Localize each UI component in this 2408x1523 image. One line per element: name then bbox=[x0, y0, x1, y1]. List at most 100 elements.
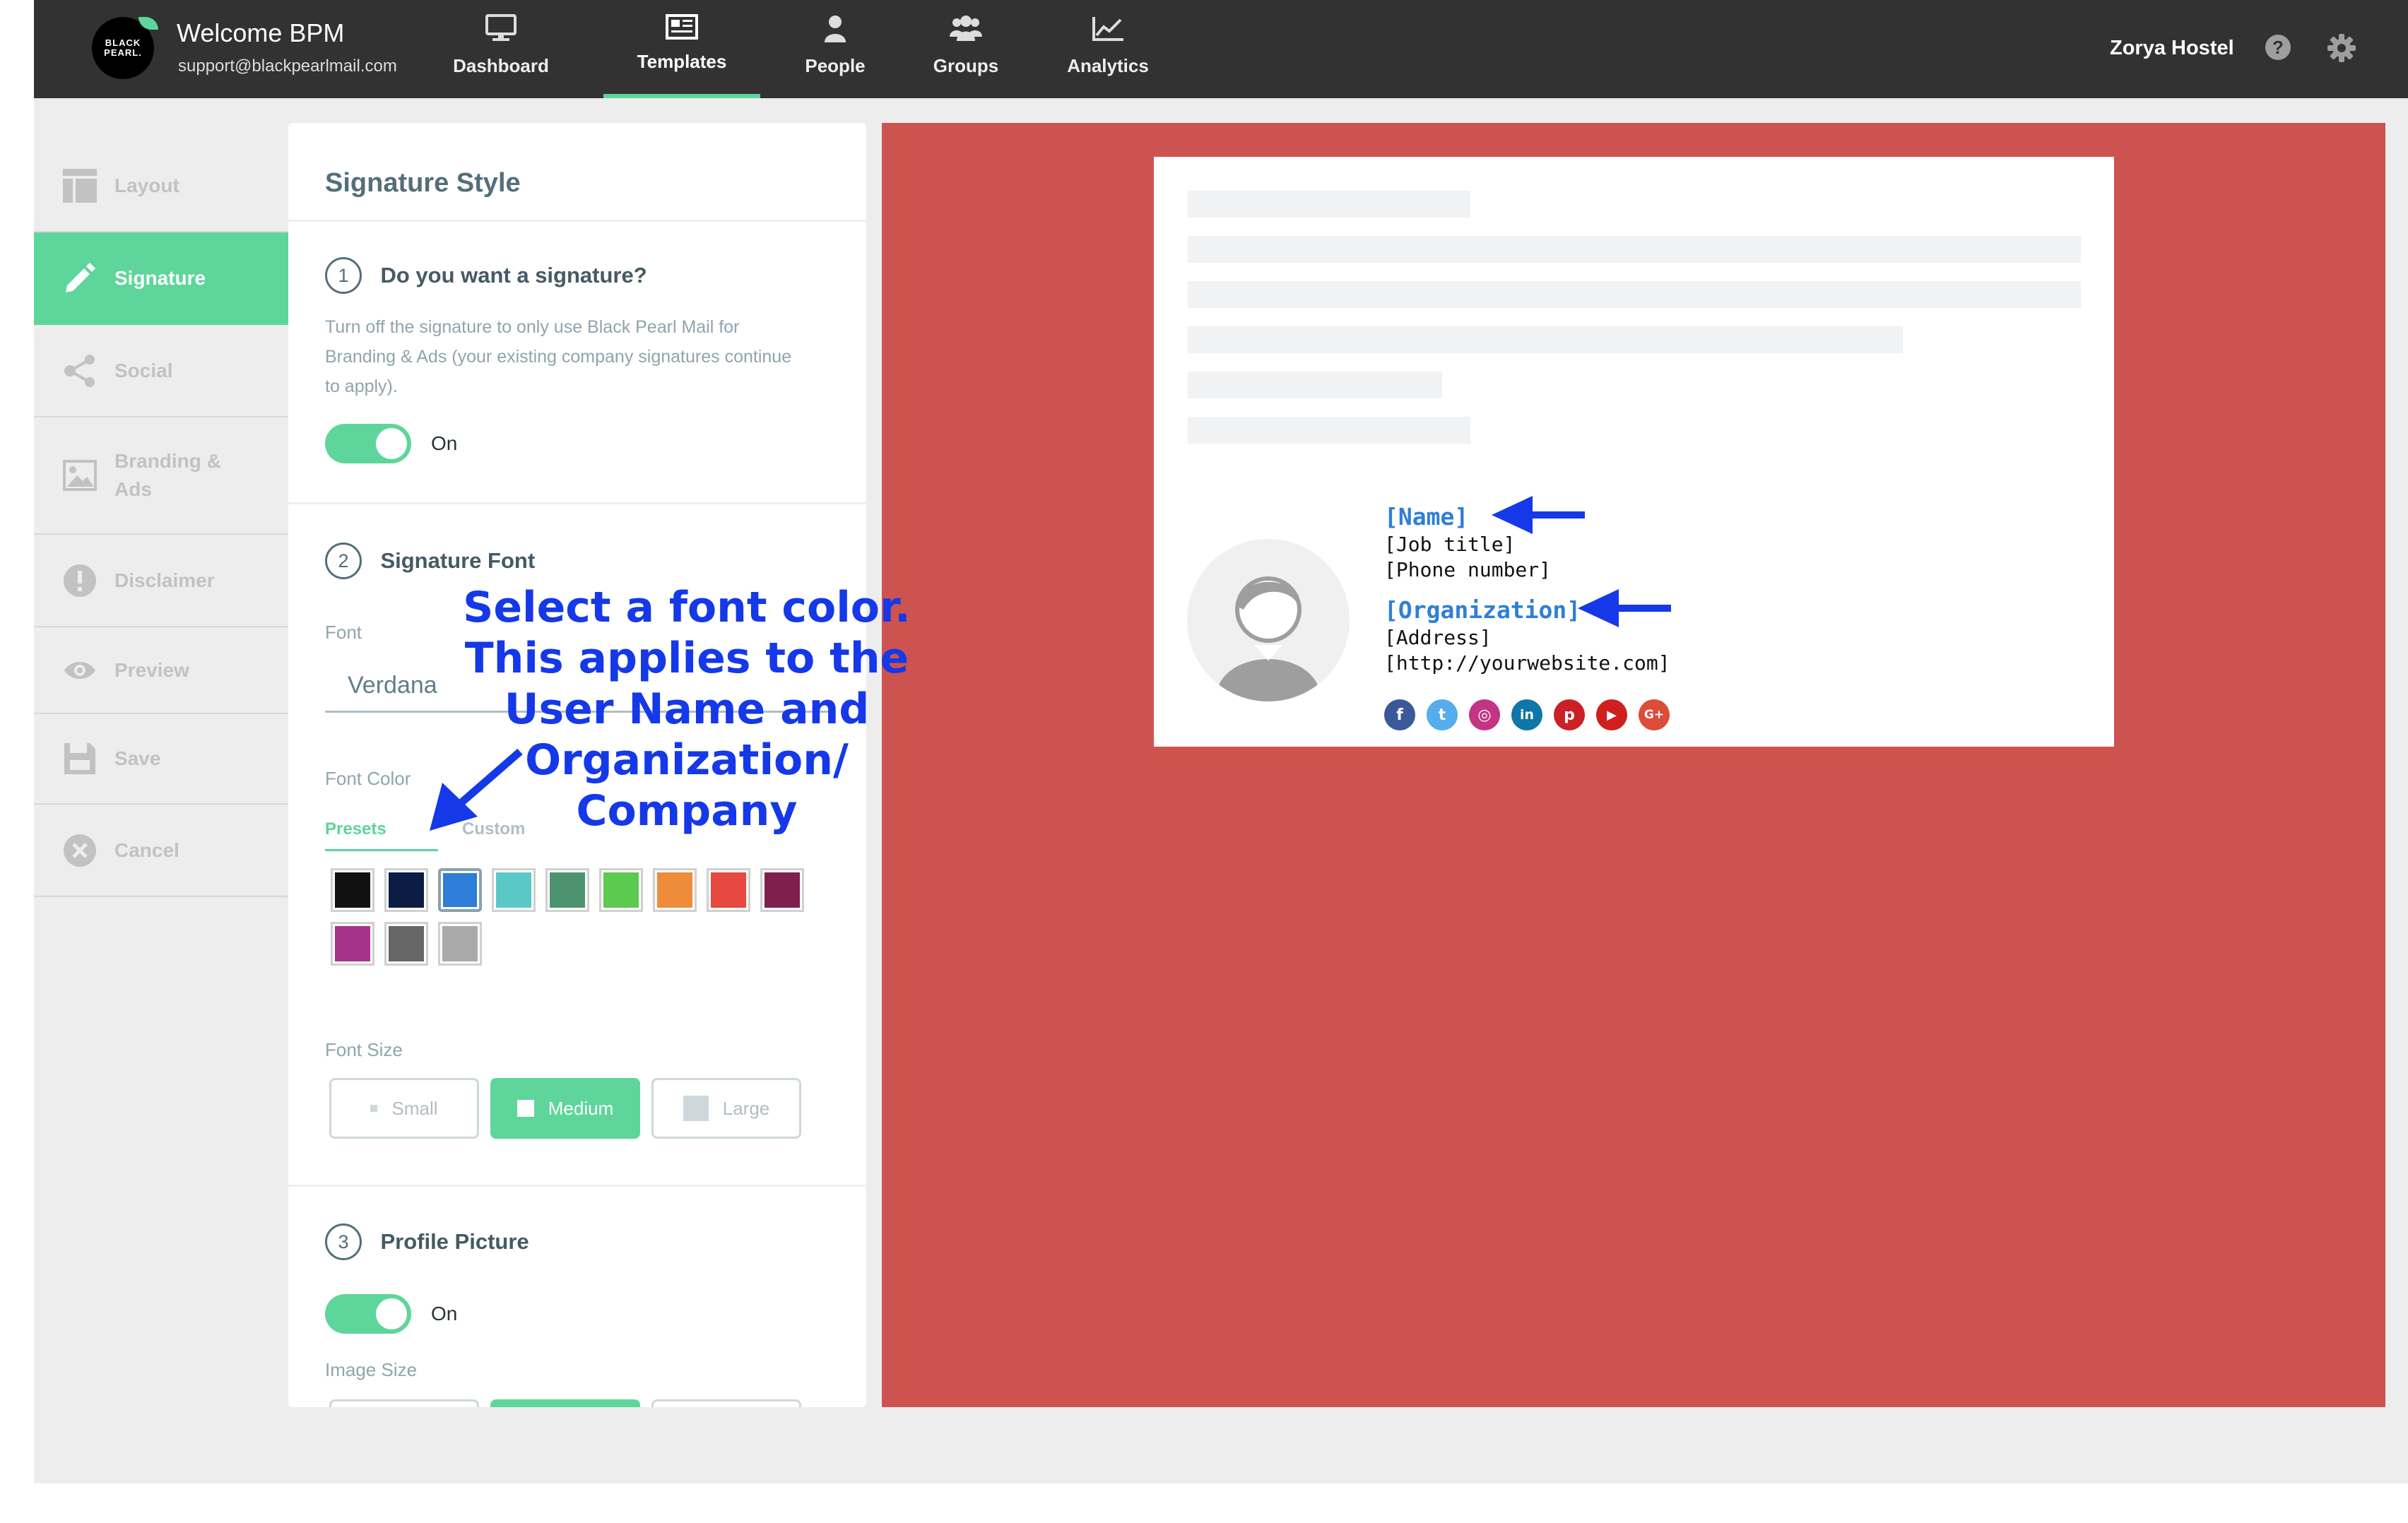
size-small-button[interactable]: Small bbox=[329, 1078, 479, 1139]
gear-icon[interactable] bbox=[2326, 32, 2357, 64]
signature-toggle[interactable] bbox=[325, 424, 411, 463]
profile-picture-toggle[interactable] bbox=[325, 1294, 411, 1334]
arrow-to-name-icon bbox=[1492, 496, 1585, 534]
sidebar-item-branding[interactable]: Branding & Ads bbox=[34, 417, 288, 535]
social-icons: f t ◎ in p ▶ G+ bbox=[1384, 699, 1681, 730]
color-swatch-grid bbox=[331, 868, 825, 966]
color-swatch-green-dark[interactable] bbox=[545, 868, 589, 912]
sidebar-item-cancel[interactable]: Cancel bbox=[34, 805, 288, 897]
sidebar-item-label: Signature bbox=[114, 266, 206, 289]
color-swatch-navy[interactable] bbox=[384, 868, 428, 912]
signature-phone: [Phone number] bbox=[1384, 558, 1552, 581]
sidebar-item-disclaimer[interactable]: Disclaimer bbox=[34, 535, 288, 627]
text-placeholder bbox=[1188, 372, 1442, 398]
text-placeholder bbox=[1188, 281, 2081, 308]
exclamation-icon bbox=[62, 563, 98, 598]
size-medium-button[interactable]: Medium bbox=[490, 1078, 640, 1139]
image-icon bbox=[62, 458, 98, 493]
top-bar: BLACK PEARL. Welcome BPM support@blackpe… bbox=[34, 0, 2408, 98]
color-swatch-teal[interactable] bbox=[492, 868, 536, 912]
text-placeholder bbox=[1188, 236, 2081, 263]
signature-name: [Name] bbox=[1384, 503, 1469, 531]
text-placeholder bbox=[1188, 191, 1470, 218]
step-number: 3 bbox=[325, 1223, 362, 1260]
image-size-medium-button[interactable] bbox=[490, 1399, 640, 1407]
nav-templates[interactable]: Templates bbox=[603, 0, 760, 98]
googleplus-icon[interactable]: G+ bbox=[1639, 699, 1670, 730]
image-size-large-button[interactable] bbox=[651, 1399, 801, 1407]
step-title: Signature Font bbox=[380, 548, 536, 573]
color-swatch-orange[interactable] bbox=[653, 868, 697, 912]
youtube-icon[interactable]: ▶ bbox=[1596, 699, 1627, 730]
nav-groups[interactable]: Groups bbox=[914, 0, 1017, 98]
help-icon[interactable]: ? bbox=[2265, 34, 2291, 61]
linkedin-icon[interactable]: in bbox=[1511, 699, 1542, 730]
sidebar-item-label: Branding & Ads bbox=[114, 450, 221, 500]
signature-address: [Address] bbox=[1384, 626, 1492, 649]
color-swatch-black[interactable] bbox=[331, 868, 374, 912]
app-window: BLACK PEARL. Welcome BPM support@blackpe… bbox=[34, 0, 2408, 1483]
step-signature-toggle: 1 Do you want a signature? Turn off the … bbox=[288, 222, 866, 504]
color-swatch-gray[interactable] bbox=[384, 922, 428, 966]
welcome-title: Welcome BPM bbox=[177, 18, 345, 47]
color-swatch-green[interactable] bbox=[599, 868, 643, 912]
sidebar-item-label: Disclaimer bbox=[114, 569, 215, 591]
step-profile-picture: 3 Profile Picture On Image Size bbox=[288, 1187, 866, 1407]
size-small-icon bbox=[370, 1105, 378, 1112]
size-large-icon bbox=[683, 1096, 709, 1121]
user-silhouette-icon bbox=[1215, 576, 1321, 701]
facebook-icon[interactable]: f bbox=[1384, 699, 1415, 730]
nav-analytics-label: Analytics bbox=[1067, 55, 1149, 76]
tab-presets[interactable]: Presets bbox=[325, 819, 438, 851]
email-preview-card: [Name] [Job title] [Phone number] [Organ… bbox=[1154, 157, 2114, 747]
signature-preview: [Name] [Job title] [Phone number] [Organ… bbox=[882, 123, 2385, 1407]
sidebar-item-label: Save bbox=[114, 747, 161, 769]
color-swatch-red[interactable] bbox=[707, 868, 750, 912]
step-title: Profile Picture bbox=[380, 1229, 529, 1254]
sidebar-item-label: Social bbox=[114, 359, 173, 381]
color-swatch-maroon[interactable] bbox=[760, 868, 804, 912]
nav-analytics[interactable]: Analytics bbox=[1051, 0, 1164, 98]
size-large-button[interactable]: Large bbox=[651, 1078, 801, 1139]
avatar bbox=[1187, 539, 1350, 701]
nav-people[interactable]: People bbox=[786, 0, 885, 98]
organization-name[interactable]: Zorya Hostel bbox=[2110, 37, 2234, 60]
sidebar-item-label: Preview bbox=[114, 658, 189, 681]
monitor-icon bbox=[485, 14, 517, 41]
instagram-icon[interactable]: ◎ bbox=[1469, 699, 1500, 730]
pinterest-icon[interactable]: p bbox=[1554, 699, 1585, 730]
font-size-label: Font Size bbox=[325, 1039, 403, 1060]
account-email: support@blackpearlmail.com bbox=[178, 57, 397, 76]
sidebar-item-social[interactable]: Social bbox=[34, 325, 288, 417]
color-swatch-magenta[interactable] bbox=[331, 922, 374, 966]
sidebar-item-save[interactable]: Save bbox=[34, 714, 288, 805]
eye-icon bbox=[62, 653, 98, 688]
brand-logo[interactable]: BLACK PEARL. bbox=[92, 17, 158, 79]
person-icon bbox=[825, 16, 846, 42]
sidebar-item-preview[interactable]: Preview bbox=[34, 627, 288, 714]
nav-dashboard[interactable]: Dashboard bbox=[439, 0, 562, 98]
twitter-icon[interactable]: t bbox=[1427, 699, 1458, 730]
step-number: 2 bbox=[325, 543, 362, 579]
floppy-icon bbox=[62, 741, 98, 776]
group-icon bbox=[950, 16, 982, 41]
sidebar-item-label: Layout bbox=[114, 174, 179, 196]
arrow-to-organization-icon bbox=[1578, 589, 1671, 627]
profile-picture-toggle-label: On bbox=[431, 1303, 458, 1325]
color-swatch-blue[interactable] bbox=[438, 868, 482, 912]
layout-icon bbox=[62, 168, 98, 203]
signature-website: [http://yourwebsite.com] bbox=[1384, 651, 1670, 675]
newspaper-icon bbox=[666, 14, 698, 40]
step-number: 1 bbox=[325, 257, 362, 294]
cancel-icon bbox=[62, 833, 98, 868]
image-size-label: Image Size bbox=[325, 1359, 418, 1380]
sidebar-item-signature[interactable]: Signature bbox=[34, 232, 288, 325]
sidebar-item-layout[interactable]: Layout bbox=[34, 140, 288, 232]
color-swatch-light-gray[interactable] bbox=[438, 922, 482, 966]
chart-icon bbox=[1092, 17, 1123, 41]
image-size-small-button[interactable] bbox=[329, 1399, 479, 1407]
arrow-to-font-color-icon bbox=[430, 748, 523, 831]
step-description: Turn off the signature to only use Black… bbox=[325, 317, 792, 396]
step-title: Do you want a signature? bbox=[380, 263, 647, 288]
signature-toggle-label: On bbox=[431, 432, 458, 454]
